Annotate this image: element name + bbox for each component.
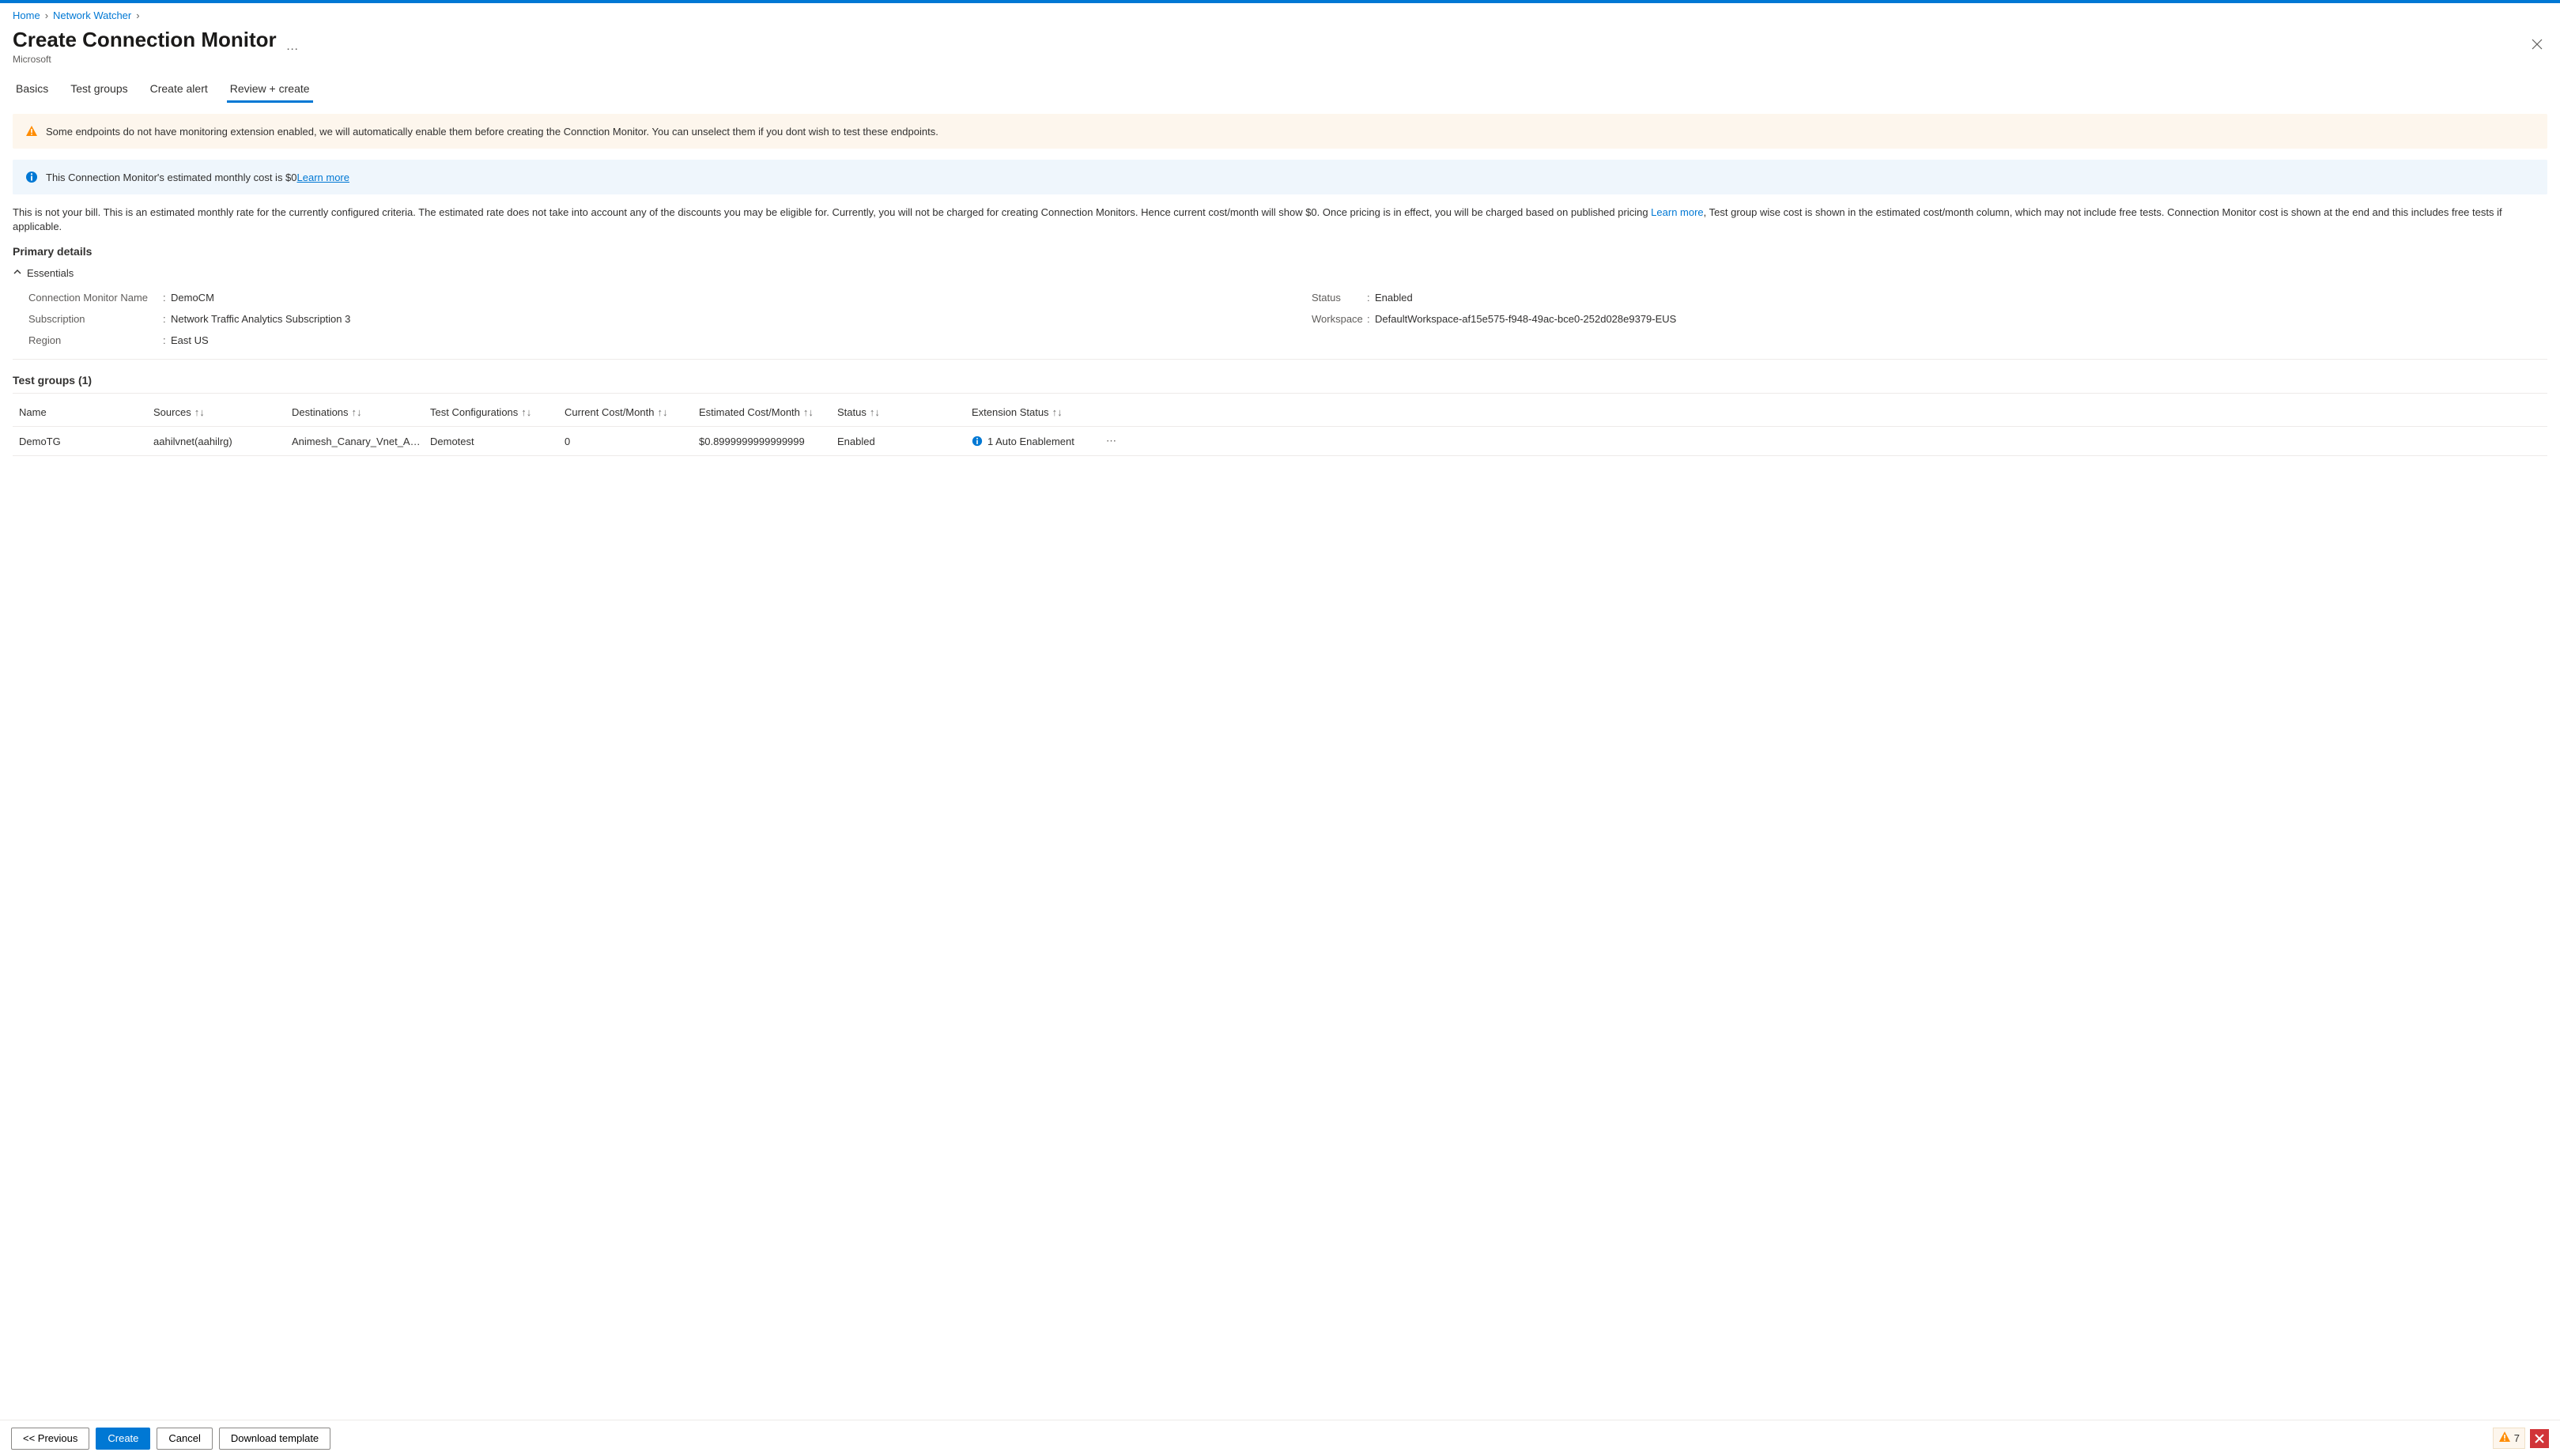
ess-val-region: East US bbox=[171, 334, 209, 346]
close-panel-button[interactable] bbox=[2527, 34, 2547, 58]
notifications-warning-badge[interactable]: 7 bbox=[2493, 1428, 2525, 1449]
chevron-right-icon: › bbox=[45, 9, 48, 21]
sort-icon: ↑↓ bbox=[194, 406, 205, 418]
breadcrumb: Home › Network Watcher › bbox=[13, 9, 2547, 21]
cancel-button[interactable]: Cancel bbox=[157, 1428, 212, 1450]
breadcrumb-network-watcher[interactable]: Network Watcher bbox=[53, 9, 131, 21]
table-row[interactable]: DemoTG aahilvnet(aahilrg) Animesh_Canary… bbox=[13, 427, 2547, 456]
ess-label-region: Region bbox=[28, 334, 163, 346]
info-icon bbox=[972, 436, 983, 447]
page-title: Create Connection Monitor bbox=[13, 28, 277, 52]
info-banner-prefix: This Connection Monitor's estimated mont… bbox=[46, 172, 297, 183]
cell-sources: aahilvnet(aahilrg) bbox=[153, 436, 292, 447]
essentials-toggle[interactable]: Essentials bbox=[13, 262, 2547, 284]
close-icon bbox=[2532, 39, 2543, 50]
create-button[interactable]: Create bbox=[96, 1428, 150, 1450]
tab-test-groups[interactable]: Test groups bbox=[67, 76, 130, 103]
disclaimer-paragraph: This is not your bill. This is an estima… bbox=[13, 206, 2547, 234]
col-status[interactable]: Status↑↓ bbox=[837, 406, 972, 418]
breadcrumb-home[interactable]: Home bbox=[13, 9, 40, 21]
tab-basics[interactable]: Basics bbox=[13, 76, 51, 103]
info-banner-text: This Connection Monitor's estimated mont… bbox=[46, 172, 349, 183]
ess-label-subscription: Subscription bbox=[28, 313, 163, 325]
previous-button[interactable]: << Previous bbox=[11, 1428, 89, 1450]
warning-count: 7 bbox=[2514, 1432, 2520, 1444]
cell-status: Enabled bbox=[837, 436, 972, 447]
disclaimer-learn-more-link[interactable]: Learn more bbox=[1651, 206, 1703, 218]
page-subtitle: Microsoft bbox=[13, 54, 277, 65]
tab-create-alert[interactable]: Create alert bbox=[147, 76, 211, 103]
sort-icon: ↑↓ bbox=[521, 406, 531, 418]
cell-estimated-cost: $0.8999999999999999 bbox=[699, 436, 837, 447]
tab-review-create[interactable]: Review + create bbox=[227, 76, 313, 103]
sort-icon: ↑↓ bbox=[870, 406, 880, 418]
cell-test-configs: Demotest bbox=[430, 436, 564, 447]
notifications-error-badge[interactable] bbox=[2530, 1429, 2549, 1448]
primary-details-heading: Primary details bbox=[13, 245, 2547, 258]
col-estimated-cost[interactable]: Estimated Cost/Month↑↓ bbox=[699, 406, 837, 418]
sort-icon: ↑↓ bbox=[803, 406, 814, 418]
info-icon bbox=[25, 171, 38, 183]
error-close-icon bbox=[2535, 1434, 2544, 1443]
ess-val-workspace: DefaultWorkspace-af15e575-f948-49ac-bce0… bbox=[1375, 313, 1676, 325]
ess-val-subscription: Network Traffic Analytics Subscription 3 bbox=[171, 313, 350, 325]
download-template-button[interactable]: Download template bbox=[219, 1428, 330, 1450]
sort-icon: ↑↓ bbox=[657, 406, 667, 418]
more-actions-button[interactable]: … bbox=[286, 40, 300, 54]
test-groups-heading: Test groups (1) bbox=[13, 374, 2547, 394]
essentials-grid: Connection Monitor Name : DemoCM Subscri… bbox=[13, 284, 2547, 360]
warning-banner-text: Some endpoints do not have monitoring ex… bbox=[46, 126, 938, 138]
cell-name: DemoTG bbox=[19, 436, 153, 447]
col-current-cost[interactable]: Current Cost/Month↑↓ bbox=[564, 406, 699, 418]
cell-destinations: Animesh_Canary_Vnet_ANM(... bbox=[292, 436, 430, 447]
info-banner: This Connection Monitor's estimated mont… bbox=[13, 160, 2547, 194]
test-groups-table-header: Name Sources↑↓ Destinations↑↓ Test Confi… bbox=[13, 398, 2547, 427]
cell-current-cost: 0 bbox=[564, 436, 699, 447]
info-banner-learn-more-link[interactable]: Learn more bbox=[297, 172, 349, 183]
warning-banner: Some endpoints do not have monitoring ex… bbox=[13, 114, 2547, 149]
warning-icon bbox=[25, 125, 38, 138]
col-destinations[interactable]: Destinations↑↓ bbox=[292, 406, 430, 418]
chevron-right-icon: › bbox=[136, 9, 139, 21]
col-extension-status[interactable]: Extension Status↑↓ bbox=[972, 406, 1106, 418]
warning-icon bbox=[2498, 1431, 2511, 1446]
sort-icon: ↑↓ bbox=[1052, 406, 1063, 418]
cell-extension-status: 1 Auto Enablement bbox=[972, 436, 1106, 447]
disclaimer-prefix: This is not your bill. This is an estima… bbox=[13, 206, 1651, 218]
col-test-configurations[interactable]: Test Configurations↑↓ bbox=[430, 406, 564, 418]
sort-icon: ↑↓ bbox=[352, 406, 362, 418]
essentials-label: Essentials bbox=[27, 267, 74, 279]
ess-label-status: Status bbox=[1312, 292, 1367, 304]
tab-bar: Basics Test groups Create alert Review +… bbox=[0, 76, 2560, 103]
col-sources[interactable]: Sources↑↓ bbox=[153, 406, 292, 418]
ess-label-workspace: Workspace bbox=[1312, 313, 1367, 325]
chevron-up-icon bbox=[13, 267, 22, 279]
ess-val-status: Enabled bbox=[1375, 292, 1413, 304]
col-name[interactable]: Name bbox=[19, 406, 153, 418]
footer-bar: << Previous Create Cancel Download templ… bbox=[0, 1420, 2560, 1456]
ess-label-cm-name: Connection Monitor Name bbox=[28, 292, 163, 304]
ess-val-cm-name: DemoCM bbox=[171, 292, 214, 304]
row-more-actions[interactable]: ⋯ bbox=[1106, 435, 1130, 447]
